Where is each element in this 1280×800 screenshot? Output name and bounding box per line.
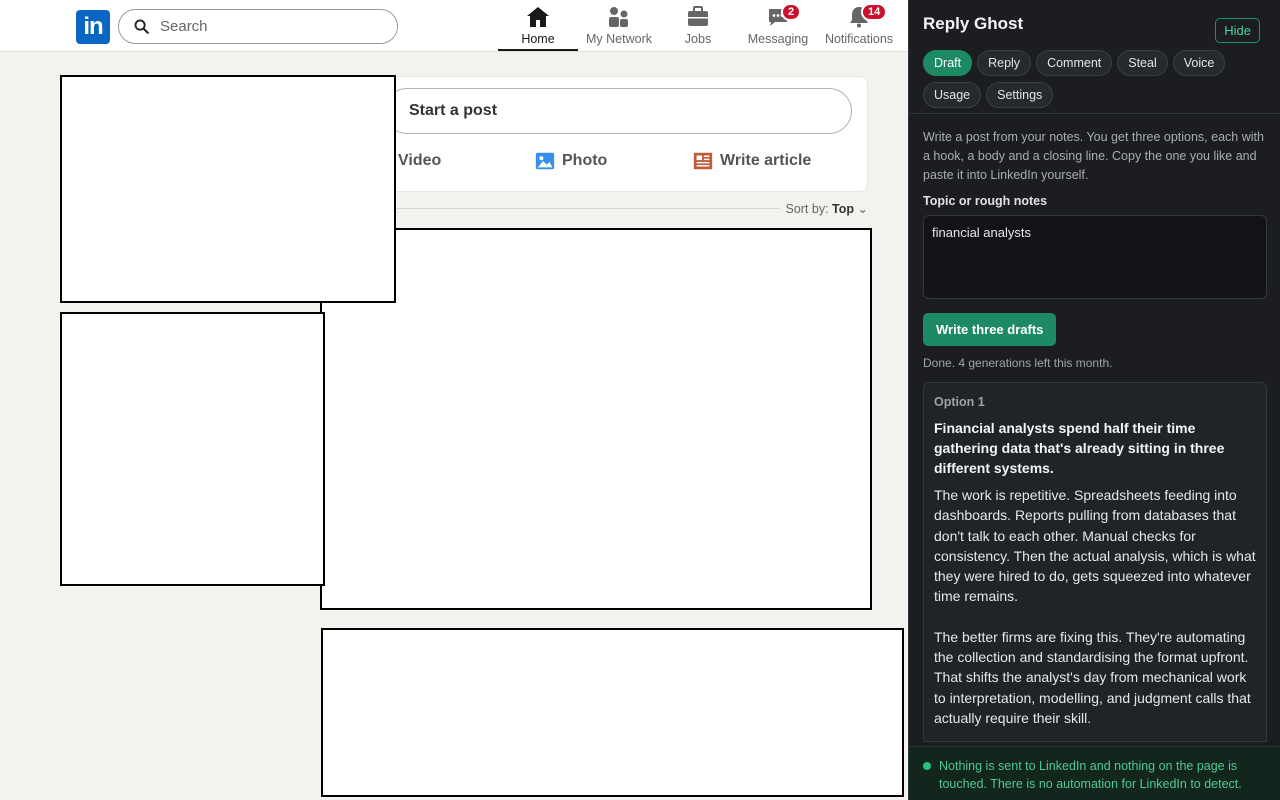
network-icon [609, 7, 628, 27]
reply-ghost-panel: Reply Ghost Hide Draft Reply Comment Ste… [908, 0, 1280, 800]
privacy-footer: Nothing is sent to LinkedIn and nothing … [909, 746, 1280, 800]
sort-by-dropdown[interactable]: Sort by: Top ⌄ [785, 201, 868, 216]
redacted-feed-post [320, 228, 872, 610]
search-input[interactable] [160, 18, 380, 35]
start-post-button[interactable]: Start a post [384, 88, 852, 134]
tab-usage[interactable]: Usage [923, 82, 982, 108]
home-icon [527, 7, 549, 27]
photo-button[interactable]: Photo [534, 150, 607, 172]
nav-my-network-label: My Network [586, 32, 652, 46]
option-hook: Financial analysts spend half their time… [934, 420, 1225, 476]
tab-comment[interactable]: Comment [1036, 50, 1113, 76]
tab-steal[interactable]: Steal [1117, 50, 1168, 76]
briefcase-icon [688, 6, 708, 26]
privacy-footer-text: Nothing is sent to LinkedIn and nothing … [939, 759, 1242, 791]
tab-reply[interactable]: Reply [977, 50, 1032, 76]
photo-icon [535, 152, 555, 170]
feed-sort-row: Sort by: Top ⌄ [320, 200, 868, 218]
nav-messaging[interactable]: 2 Messaging [746, 3, 810, 51]
chevron-down-icon: ⌄ [857, 202, 868, 216]
status-dot-icon [923, 762, 931, 770]
tab-voice[interactable]: Voice [1172, 50, 1226, 76]
nav-messaging-label: Messaging [747, 32, 809, 46]
notes-label: Topic or rough notes [923, 194, 1048, 208]
panel-header: Reply Ghost Hide Draft Reply Comment Ste… [909, 0, 1280, 114]
notes-textarea[interactable]: financial analysts [923, 215, 1267, 299]
nav-jobs-label: Jobs [684, 32, 712, 46]
nav-my-network[interactable]: My Network [582, 5, 656, 51]
hide-button[interactable]: Hide [1215, 18, 1260, 43]
video-label: Video [398, 152, 442, 169]
sort-by-prefix: Sort by: [785, 202, 829, 216]
draft-intro-text: Write a post from your notes. You get th… [923, 130, 1264, 182]
nav-jobs[interactable]: Jobs [672, 5, 724, 51]
tab-settings[interactable]: Settings [986, 82, 1054, 108]
messaging-badge: 2 [781, 3, 802, 21]
nav-home[interactable]: Home [498, 5, 578, 51]
tab-draft[interactable]: Draft [923, 50, 973, 76]
option-label: Option 1 [934, 395, 985, 409]
nav-home-label: Home [521, 32, 555, 46]
panel-tabs: Draft Reply Comment Steal Voice Usage Se… [923, 50, 1273, 108]
option-body-paragraph-1: The work is repetitive. Spreadsheets fee… [934, 487, 1256, 605]
search-icon [134, 19, 149, 34]
option-body-paragraph-2: The better firms are fixing this. They'r… [934, 628, 1251, 726]
redacted-profile-card [60, 75, 396, 303]
generation-status: Done. 4 generations left this month. [923, 356, 1113, 370]
article-icon [693, 152, 713, 170]
redacted-sidebar-card [60, 312, 325, 586]
nav-notifications[interactable]: 14 Notifications [822, 3, 896, 51]
write-article-button[interactable]: Write article [692, 150, 811, 172]
sort-by-value: Top [832, 202, 855, 216]
linkedin-logo-icon[interactable]: in [76, 10, 110, 44]
search-box[interactable] [118, 9, 398, 44]
redacted-feed-post-2 [321, 628, 904, 797]
write-article-label: Write article [720, 152, 812, 169]
write-drafts-button[interactable]: Write three drafts [923, 313, 1057, 346]
draft-option-card[interactable]: Option 1 Financial analysts spend half t… [923, 382, 1267, 742]
photo-label: Photo [562, 152, 608, 169]
notifications-badge: 14 [861, 3, 888, 21]
panel-body: Write a post from your notes. You get th… [909, 114, 1280, 742]
nav-notifications-label: Notifications [824, 32, 894, 46]
linkedin-top-nav: in Home My Network Jobs 2 Messaging 14 N… [0, 0, 908, 52]
